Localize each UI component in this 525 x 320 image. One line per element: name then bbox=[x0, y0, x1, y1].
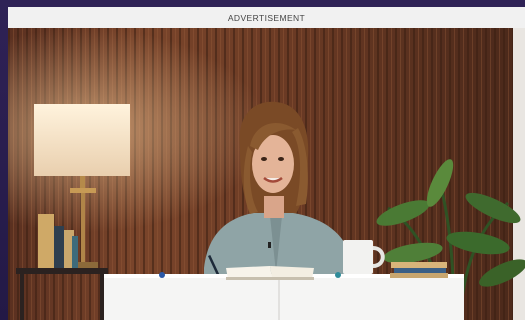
page-background: ADVERTISEMENT bbox=[0, 0, 525, 320]
advertisement-container[interactable]: ADVERTISEMENT bbox=[8, 7, 525, 320]
video-ad-player[interactable] bbox=[8, 28, 525, 320]
notebook bbox=[226, 266, 314, 280]
books-desk bbox=[390, 262, 448, 278]
advertisement-label: ADVERTISEMENT bbox=[227, 12, 306, 23]
desk bbox=[104, 274, 464, 320]
video-ad-scene bbox=[8, 28, 525, 320]
side-table bbox=[16, 268, 108, 274]
advertisement-label-bar: ADVERTISEMENT bbox=[8, 7, 525, 28]
